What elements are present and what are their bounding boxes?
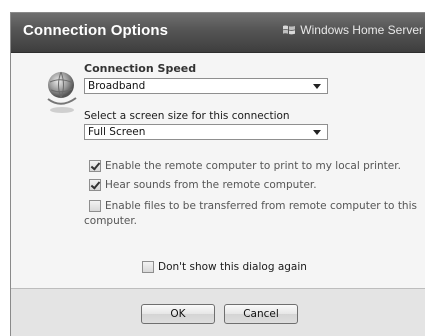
screen-size-value: Full Screen bbox=[88, 126, 146, 138]
dont-show-checkbox[interactable] bbox=[142, 261, 154, 273]
dont-show-label: Don't show this dialog again bbox=[158, 261, 307, 273]
files-option-label-cont: computer. bbox=[84, 215, 138, 227]
button-bar: OK Cancel bbox=[11, 288, 425, 336]
files-checkbox[interactable] bbox=[89, 200, 101, 212]
cancel-button[interactable]: Cancel bbox=[224, 304, 298, 324]
dialog-title: Connection Options bbox=[23, 22, 169, 39]
chevron-down-icon bbox=[313, 130, 321, 135]
print-checkbox[interactable] bbox=[89, 160, 101, 172]
title-bar: Connection Options Windows Home Server bbox=[11, 13, 425, 53]
connection-options-dialog: Connection Options Windows Home Server C… bbox=[10, 12, 425, 336]
chevron-down-icon bbox=[313, 84, 321, 89]
connection-speed-label: Connection Speed bbox=[84, 62, 197, 75]
connection-speed-value: Broadband bbox=[88, 80, 146, 92]
network-globe-icon bbox=[47, 71, 77, 113]
print-option-label: Enable the remote computer to print to m… bbox=[105, 160, 401, 172]
sounds-checkbox[interactable] bbox=[89, 179, 101, 191]
brand: Windows Home Server bbox=[282, 23, 423, 37]
connection-speed-select[interactable]: Broadband bbox=[84, 78, 328, 94]
brand-label: Windows Home Server bbox=[300, 23, 423, 37]
dialog-content: Connection Speed Broadband Select a scre… bbox=[11, 53, 425, 288]
screen-size-label: Select a screen size for this connection bbox=[84, 110, 290, 122]
option-files-row[interactable]: Enable files to be transferred from remo… bbox=[89, 200, 417, 212]
files-option-label: Enable files to be transferred from remo… bbox=[105, 200, 417, 212]
ok-button[interactable]: OK bbox=[141, 304, 215, 324]
windows-logo-icon bbox=[283, 25, 296, 35]
screen-size-select[interactable]: Full Screen bbox=[84, 124, 328, 140]
option-print-row[interactable]: Enable the remote computer to print to m… bbox=[89, 160, 401, 172]
dont-show-row[interactable]: Don't show this dialog again bbox=[142, 261, 307, 273]
option-sounds-row[interactable]: Hear sounds from the remote computer. bbox=[89, 179, 317, 191]
sounds-option-label: Hear sounds from the remote computer. bbox=[105, 179, 317, 191]
